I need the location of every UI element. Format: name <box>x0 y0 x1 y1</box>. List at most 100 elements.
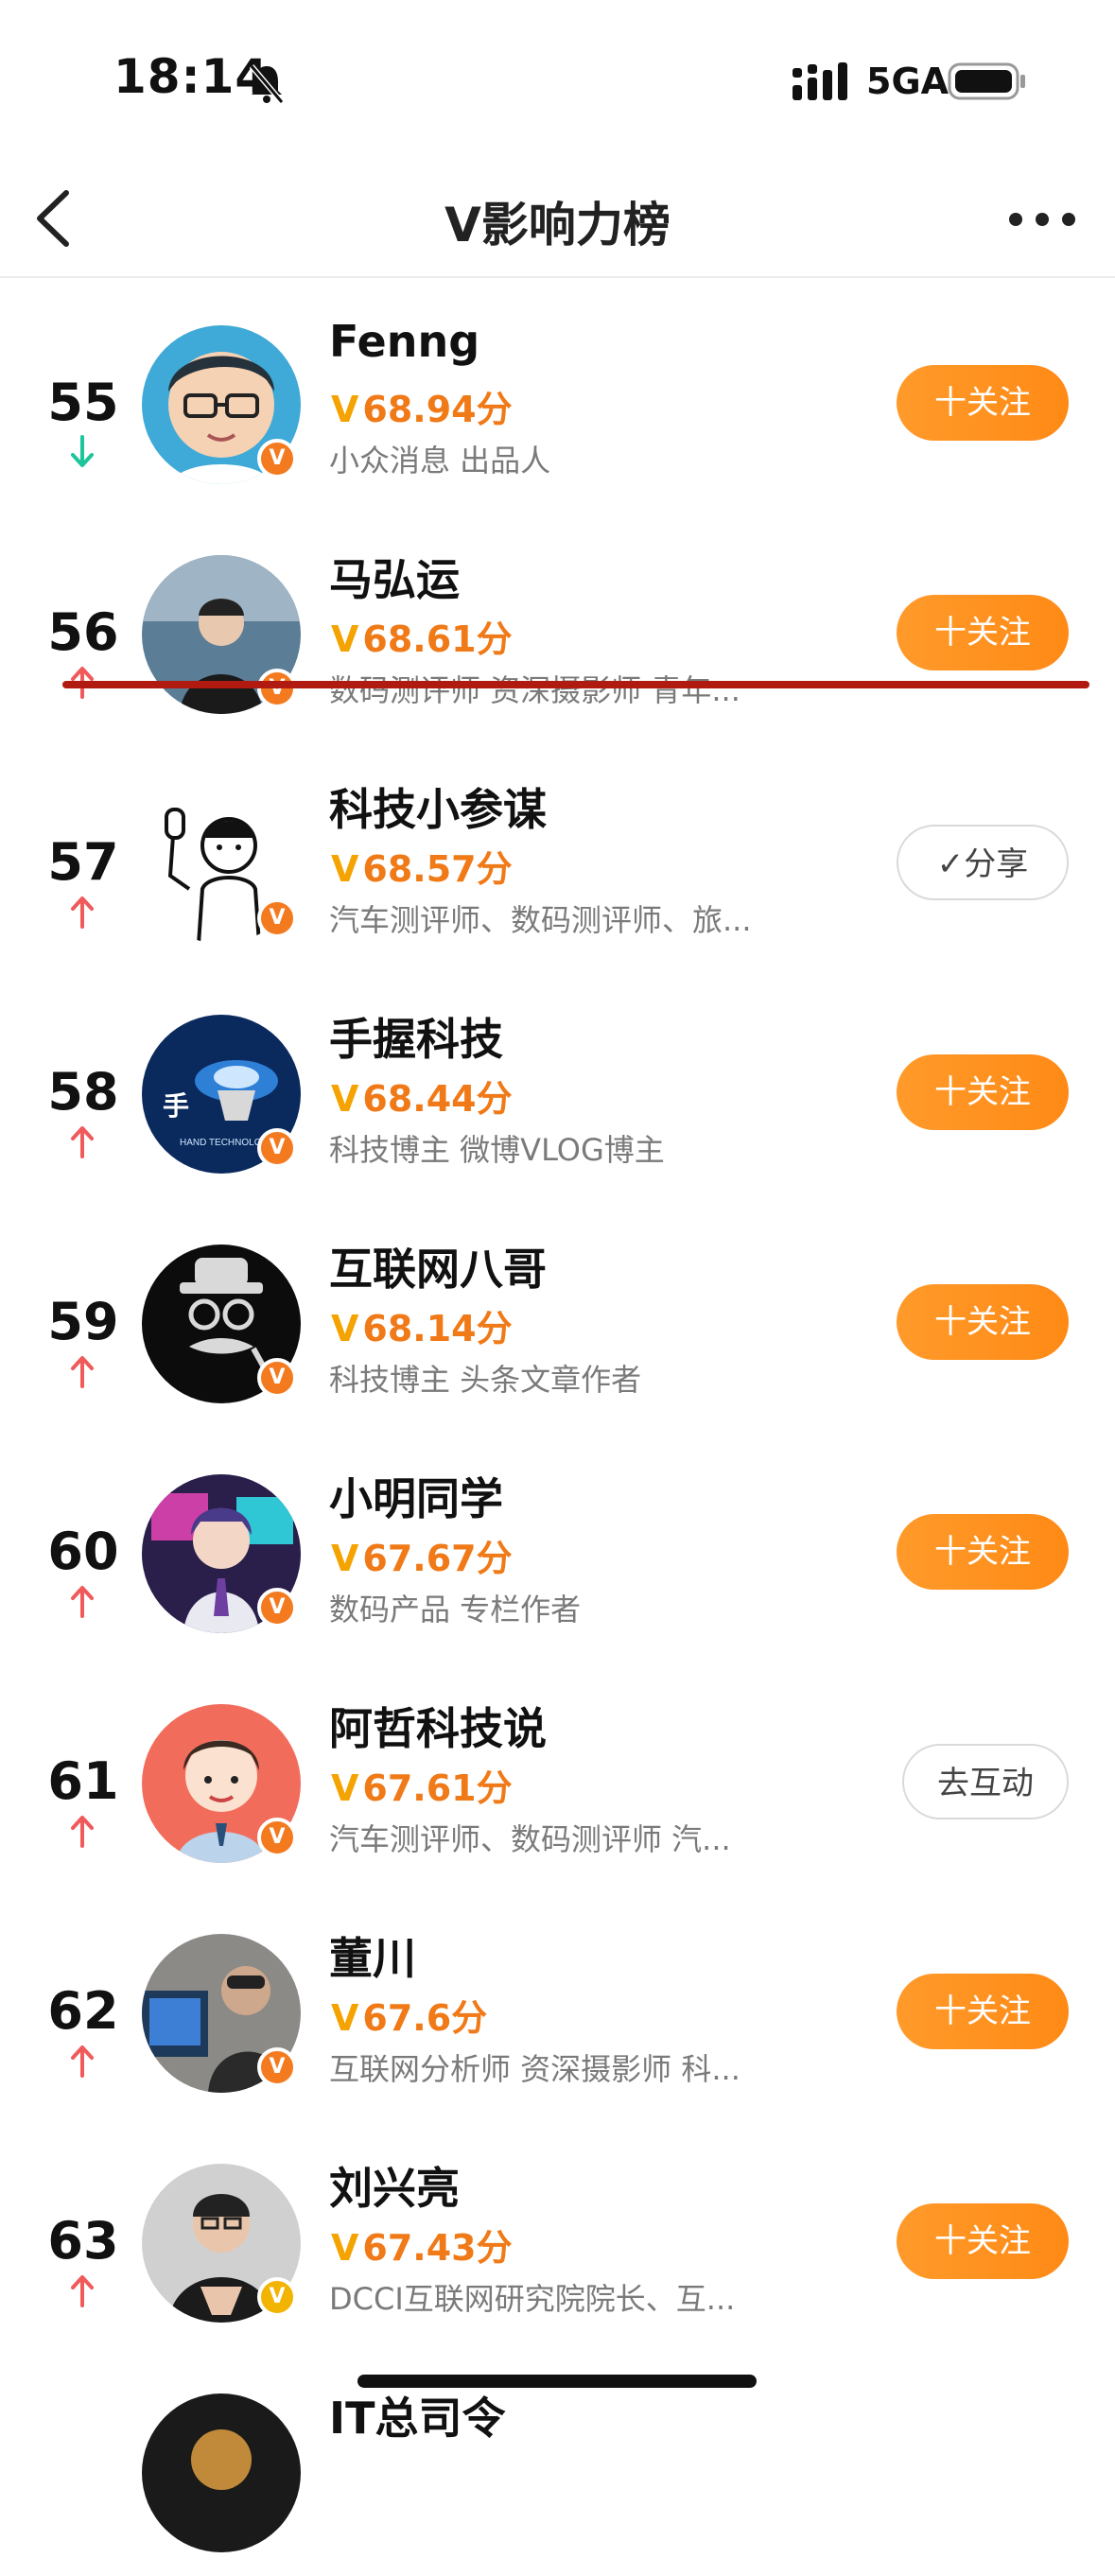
avatar[interactable] <box>142 2393 301 2552</box>
verified-badge-icon: V <box>257 669 297 708</box>
user-name[interactable]: 阿哲科技说 <box>329 1695 547 1757</box>
user-description: DCCI互联网研究院院长、互... <box>329 2281 736 2317</box>
ranking-row[interactable]: 59 V 互联网八哥 V 68.14分 科技博主 头条文章作者 十关注 <box>0 1197 1115 1427</box>
ranking-row[interactable]: 61 V 阿哲科技说 V 67.61分 汽车测评师、数码测评师 汽... 去互动 <box>0 1657 1115 1887</box>
score-value: 67.61分 <box>362 1767 513 1809</box>
influence-score: V 68.44分 <box>331 1070 513 1122</box>
influence-score: V 68.94分 <box>331 380 513 432</box>
trend-up-icon <box>68 1584 96 1618</box>
verified-badge-icon: V <box>257 1588 297 1627</box>
score-value: 67.43分 <box>362 2227 513 2269</box>
rank-number: 55 <box>47 373 119 432</box>
trend-up-icon <box>68 1354 96 1388</box>
ranking-row[interactable]: 58 手 HAND TECHNOLOGY V 手握科技 V 68.44分 科技博主 微博VLO… <box>0 967 1115 1197</box>
user-description: 汽车测评师、数码测评师 汽... <box>329 1821 731 1857</box>
ranking-row[interactable]: 60 V 小明同学 V 67.67分 数码产品 专栏作者 十关注 <box>0 1427 1115 1657</box>
score-value: 68.44分 <box>362 1078 513 1120</box>
ranking-row[interactable]: 62 V 董川 V 67.6分 互联网分析师 资深摄影师 科... 十关注 <box>0 1887 1115 2116</box>
follow-button[interactable]: 十关注 <box>897 595 1069 670</box>
user-description: 科技博主 微博VLOG博主 <box>329 1132 665 1168</box>
battery-icon <box>948 62 1025 100</box>
user-name[interactable]: Fenng <box>329 316 479 367</box>
user-description: 互联网分析师 资深摄影师 科... <box>329 2051 740 2087</box>
score-value: 68.94分 <box>362 389 513 430</box>
follow-button[interactable]: 十关注 <box>897 2203 1069 2279</box>
v-mark: V <box>331 1538 359 1579</box>
v-mark: V <box>331 1308 359 1349</box>
verified-badge-icon: V <box>257 1358 297 1398</box>
ranking-row[interactable]: 55 V Fenng V 68.94分小众消息 出品人 十关注 <box>0 278 1115 508</box>
signal-icon <box>793 62 847 100</box>
follow-button[interactable]: 十关注 <box>897 1284 1069 1360</box>
user-name[interactable]: IT总司令 <box>329 2384 506 2446</box>
v-mark: V <box>331 618 359 660</box>
user-name[interactable]: 刘兴亮 <box>329 2154 460 2217</box>
rank-number: 58 <box>47 1062 119 1122</box>
user-description: 小众消息 出品人 <box>329 443 551 479</box>
v-mark: V <box>331 1078 359 1120</box>
ranking-row[interactable]: 57 V 科技小参谋 V 68.57分 汽车测评师、数码测评师、旅... ✓分享 <box>0 738 1115 967</box>
user-name[interactable]: 互联网八哥 <box>329 1235 547 1297</box>
influence-score: V 67.61分 <box>331 1759 513 1811</box>
verified-badge-icon: V <box>257 2277 297 2317</box>
trend-up-icon <box>68 895 96 929</box>
verified-badge-icon: V <box>257 1128 297 1168</box>
interact-button[interactable]: 去互动 <box>902 1744 1069 1819</box>
status-time: 18:14 <box>113 49 270 104</box>
page-title: V影响力榜 <box>444 198 671 252</box>
user-description: 科技博主 头条文章作者 <box>329 1362 642 1398</box>
v-mark: V <box>331 2227 359 2269</box>
v-mark: V <box>331 389 359 430</box>
user-description: 汽车测评师、数码测评师、旅... <box>329 902 752 938</box>
user-name[interactable]: 科技小参谋 <box>329 775 547 838</box>
verified-badge-icon: V <box>257 898 297 938</box>
rank-number: 60 <box>47 1522 119 1581</box>
v-mark: V <box>331 1997 359 2039</box>
nav-bar: V影响力榜 <box>0 161 1115 278</box>
highlight-divider <box>62 681 1089 688</box>
user-name[interactable]: 董川 <box>329 1924 416 1987</box>
v-mark: V <box>331 848 359 890</box>
svg-text:手: 手 <box>163 1091 189 1121</box>
follow-button[interactable]: 十关注 <box>897 1054 1069 1130</box>
home-indicator[interactable] <box>357 2375 757 2388</box>
rank-number: 63 <box>47 2211 119 2271</box>
influence-score: V 67.6分 <box>331 1989 487 2041</box>
follow-button[interactable]: 十关注 <box>897 1974 1069 2049</box>
user-name[interactable]: 手握科技 <box>329 1005 503 1068</box>
network-label: 5GA <box>866 61 949 102</box>
trend-up-icon <box>68 1124 96 1158</box>
trend-up-icon <box>68 2044 96 2078</box>
score-value: 68.57分 <box>362 848 513 890</box>
influence-score: V 67.67分 <box>331 1529 513 1581</box>
follow-button[interactable]: 十关注 <box>897 1514 1069 1590</box>
bell-slash-icon <box>249 64 285 104</box>
user-name[interactable]: 小明同学 <box>329 1465 503 1527</box>
ranking-row[interactable]: 56V马弘运V68.61分数码测评师 资深摄影师 青年...十关注 <box>0 508 1115 738</box>
rank-number: 59 <box>47 1292 119 1351</box>
v-mark: V <box>331 1767 359 1809</box>
score-value: 67.67分 <box>362 1538 513 1579</box>
follow-button[interactable]: 十关注 <box>897 365 1069 441</box>
score-value: 68.14分 <box>362 1308 513 1349</box>
rank-number: 61 <box>47 1751 119 1811</box>
user-description: 数码产品 专栏作者 <box>329 1592 582 1627</box>
influence-score: V 68.61分 <box>331 610 513 662</box>
ranking-row[interactable]: 63 V 刘兴亮 V 67.43分 DCCI互联网研究院院长、互... 十关注 <box>0 2116 1115 2346</box>
influence-score: V 68.57分 <box>331 840 513 892</box>
rank-number: 57 <box>47 832 119 892</box>
share-button[interactable]: ✓分享 <box>897 825 1069 900</box>
more-dots-icon[interactable] <box>1006 200 1078 238</box>
verified-badge-icon: V <box>257 1818 297 1857</box>
score-value: 68.61分 <box>362 618 513 660</box>
user-name[interactable]: 马弘运 <box>329 546 460 608</box>
influence-score: V 68.14分 <box>331 1299 513 1351</box>
verified-badge-icon: V <box>257 2047 297 2087</box>
trend-up-icon <box>68 2273 96 2307</box>
trend-down-icon <box>68 435 96 469</box>
trend-up-icon <box>68 1814 96 1848</box>
user-description: 数码测评师 资深摄影师 青年... <box>329 672 740 708</box>
status-bar: 18:14 5GA <box>0 0 1115 161</box>
score-value: 67.6分 <box>362 1997 488 2039</box>
rank-number: 62 <box>47 1981 119 2041</box>
